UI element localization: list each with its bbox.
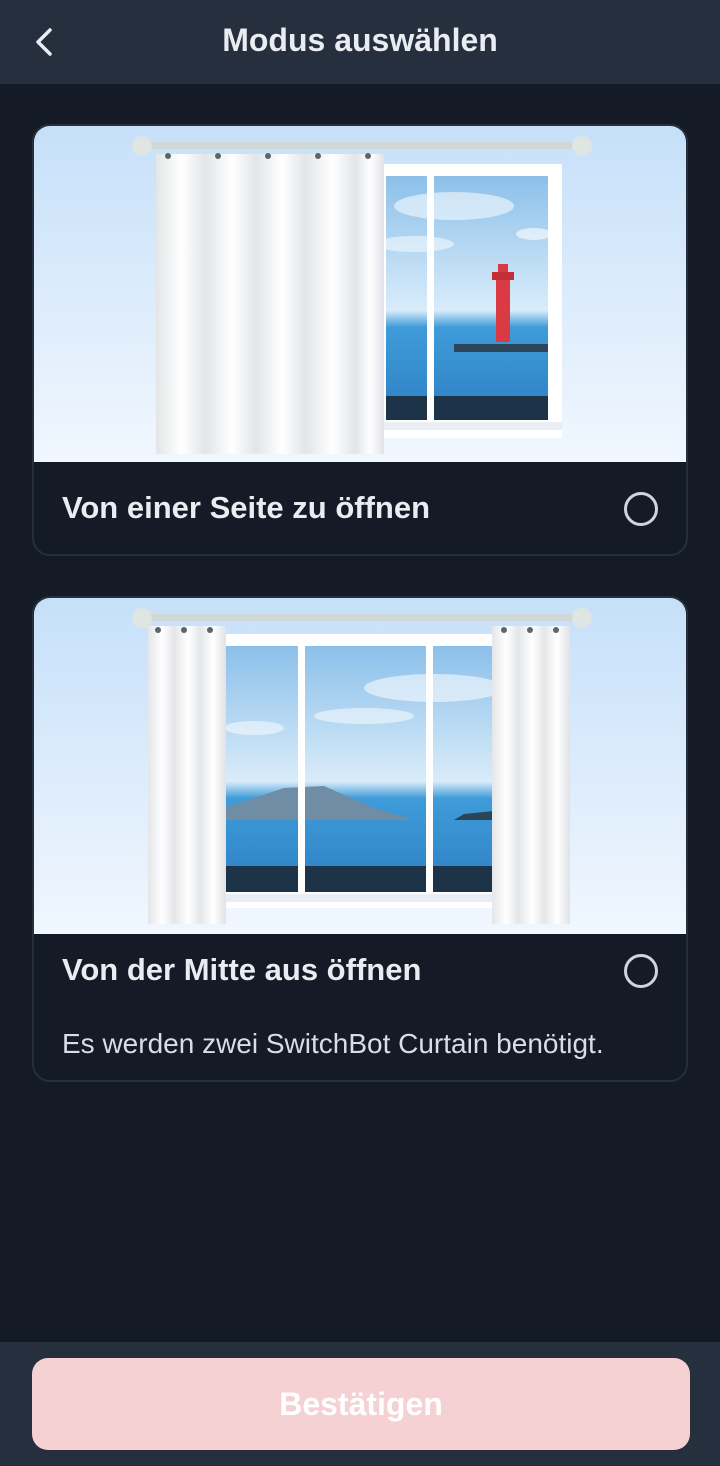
option-label-one-side: Von einer Seite zu öffnen <box>62 490 431 525</box>
option-label-from-middle: Von der Mitte aus öffnen <box>62 952 422 987</box>
option-card-from-middle[interactable]: Von der Mitte aus öffnen Es werden zwei … <box>32 596 688 1082</box>
radio-one-side[interactable] <box>624 492 658 526</box>
option-card-one-side[interactable]: Von einer Seite zu öffnen <box>32 124 688 556</box>
radio-from-middle[interactable] <box>624 954 658 988</box>
confirm-button[interactable]: Bestätigen <box>32 1358 690 1450</box>
app-header: Modus auswählen <box>0 0 720 84</box>
one-side-curtain-illustration <box>34 126 686 462</box>
middle-curtain-illustration <box>34 598 686 934</box>
page-title: Modus auswählen <box>222 22 498 58</box>
option-note-two-devices: Es werden zwei SwitchBot Curtain benötig… <box>62 1028 604 1059</box>
